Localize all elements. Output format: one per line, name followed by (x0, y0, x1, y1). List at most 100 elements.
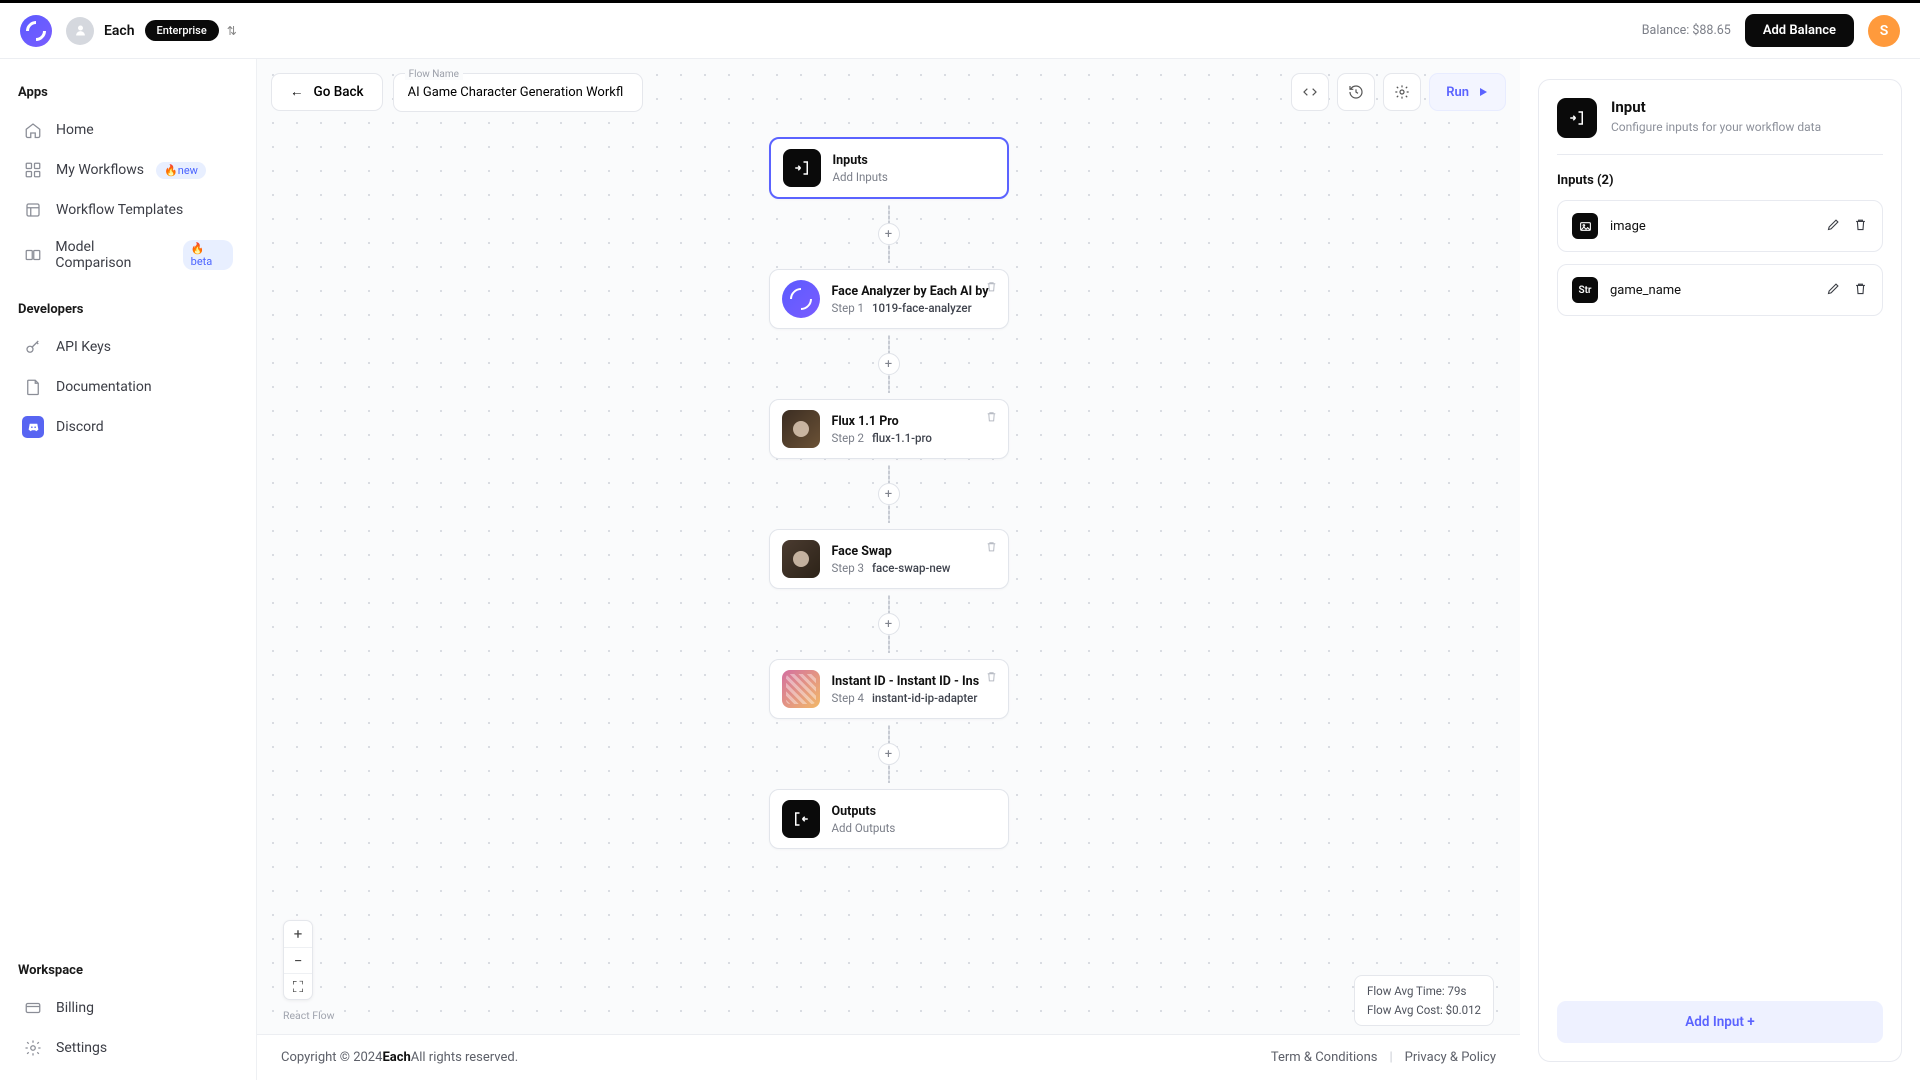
sidebar-item-home[interactable]: Home (14, 110, 241, 150)
node-slug: instant-id-ip-adapter (872, 691, 977, 705)
sidebar-section-workspace: Workspace (18, 963, 237, 978)
delete-node-button[interactable] (985, 408, 998, 427)
copyright-post: All rights reserved. (411, 1050, 518, 1065)
sidebar-item-label: Settings (56, 1040, 107, 1056)
add-step-button[interactable]: + (878, 613, 900, 635)
terms-link[interactable]: Term & Conditions (1271, 1050, 1378, 1065)
arrow-left-icon: ← (290, 84, 304, 100)
connector (888, 245, 890, 263)
brand-logo-icon[interactable] (20, 15, 52, 47)
right-inspector-panel: Input Configure inputs for your workflow… (1520, 59, 1920, 1080)
balance-label: Balance: $88.65 (1642, 23, 1731, 38)
sidebar-item-label: Billing (56, 1000, 94, 1016)
flow-stats-box: Flow Avg Time: 79s Flow Avg Cost: $0.012 (1354, 975, 1494, 1026)
node-title: Face Swap (832, 544, 951, 559)
connector (888, 765, 890, 783)
add-step-button[interactable]: + (878, 743, 900, 765)
model-thumb-icon (782, 410, 820, 448)
connector (888, 505, 890, 523)
sidebar-item-api-keys[interactable]: API Keys (14, 327, 241, 367)
outputs-node-icon (782, 800, 820, 838)
privacy-link[interactable]: Privacy & Policy (1405, 1050, 1496, 1065)
node-step-3[interactable]: Face Swap Step 3face-swap-new (769, 529, 1009, 589)
sidebar-item-settings[interactable]: Settings (14, 1028, 241, 1068)
sidebar-item-model-comparison[interactable]: Model Comparison 🔥beta (14, 230, 241, 280)
settings-button[interactable] (1383, 73, 1421, 111)
delete-input-button[interactable] (1853, 217, 1868, 236)
node-step-1[interactable]: Face Analyzer by Each AI by Step 11019-f… (769, 269, 1009, 329)
node-title: Inputs (833, 153, 888, 168)
run-button[interactable]: Run (1429, 73, 1506, 111)
run-label: Run (1446, 85, 1469, 100)
node-step-2[interactable]: Flux 1.1 Pro Step 2flux-1.1-pro (769, 399, 1009, 459)
node-step: Step 2 (832, 431, 864, 445)
brand-name: Each (104, 23, 135, 39)
model-thumb-icon (782, 540, 820, 578)
delete-node-button[interactable] (985, 538, 998, 557)
org-switcher-icon[interactable]: ⇅ (227, 24, 237, 38)
inputs-node-icon (783, 149, 821, 187)
sidebar: Apps Home My Workflows 🔥new Workflow Tem… (0, 59, 256, 1080)
new-badge: 🔥new (156, 162, 206, 179)
add-balance-button[interactable]: Add Balance (1745, 14, 1854, 47)
delete-input-button[interactable] (1853, 281, 1868, 300)
delete-node-button[interactable] (985, 278, 998, 297)
zoom-in-button[interactable]: + (284, 921, 312, 947)
add-step-button[interactable]: + (878, 353, 900, 375)
node-step: Step 4 (832, 691, 864, 705)
footer: Copyright © 2024 Each All rights reserve… (257, 1034, 1520, 1080)
node-title: Instant ID - Instant ID - Ins (832, 674, 980, 689)
node-inputs[interactable]: Inputs Add Inputs (769, 137, 1009, 199)
user-avatar[interactable]: S (1868, 15, 1900, 47)
connector (888, 465, 890, 483)
image-type-icon (1572, 213, 1598, 239)
delete-node-button[interactable] (985, 668, 998, 687)
add-step-button[interactable]: + (878, 223, 900, 245)
templates-icon (22, 199, 44, 221)
settings-icon (22, 1037, 44, 1059)
org-avatar-icon[interactable] (66, 17, 94, 45)
add-step-button[interactable]: + (878, 483, 900, 505)
sidebar-item-documentation[interactable]: Documentation (14, 367, 241, 407)
sidebar-section-apps: Apps (18, 85, 237, 100)
sidebar-item-label: Model Comparison (55, 239, 170, 271)
history-button[interactable] (1337, 73, 1375, 111)
node-step-4[interactable]: Instant ID - Instant ID - Ins Step 4 inst… (769, 659, 1009, 719)
panel-input-row[interactable]: Str game_name (1557, 264, 1883, 316)
sidebar-item-label: Discord (56, 419, 104, 435)
go-back-button[interactable]: ← Go Back (271, 73, 383, 111)
panel-input-row[interactable]: image (1557, 200, 1883, 252)
input-name: game_name (1610, 283, 1814, 298)
flow-avg-time: Flow Avg Time: 79s (1367, 982, 1481, 1000)
input-name: image (1610, 219, 1814, 234)
sidebar-item-my-workflows[interactable]: My Workflows 🔥new (14, 150, 241, 190)
add-input-button[interactable]: Add Input + (1557, 1001, 1883, 1043)
workflow-canvas-area: ← Go Back Flow Name Run Inputs (256, 59, 1520, 1080)
node-slug: face-swap-new (872, 561, 950, 575)
code-button[interactable] (1291, 73, 1329, 111)
node-outputs[interactable]: Outputs Add Outputs (769, 789, 1009, 849)
reactflow-attribution: React Flow (283, 1009, 335, 1022)
sidebar-item-billing[interactable]: Billing (14, 988, 241, 1028)
zoom-out-button[interactable]: − (284, 947, 312, 973)
sidebar-item-templates[interactable]: Workflow Templates (14, 190, 241, 230)
sidebar-item-discord[interactable]: Discord (14, 407, 241, 447)
zoom-controls: + − ⛶ (283, 920, 313, 1000)
connector (888, 375, 890, 393)
plan-badge: Enterprise (145, 20, 219, 41)
edit-input-button[interactable] (1826, 217, 1841, 236)
copyright-pre: Copyright © 2024 (281, 1050, 382, 1065)
flow-name-field-label: Flow Name (405, 69, 463, 80)
node-title: Face Analyzer by Each AI by (832, 284, 989, 299)
connector (888, 595, 890, 613)
footer-brand: Each (382, 1050, 410, 1065)
node-sub: Add Inputs (833, 170, 888, 184)
app-header: Each Enterprise ⇅ Balance: $88.65 Add Ba… (0, 3, 1920, 59)
node-title: Outputs (832, 804, 896, 819)
fit-view-button[interactable]: ⛶ (284, 973, 312, 999)
workflows-icon (22, 159, 44, 181)
key-icon (22, 336, 44, 358)
model-thumb-icon (782, 670, 820, 708)
edit-input-button[interactable] (1826, 281, 1841, 300)
billing-icon (22, 997, 44, 1019)
